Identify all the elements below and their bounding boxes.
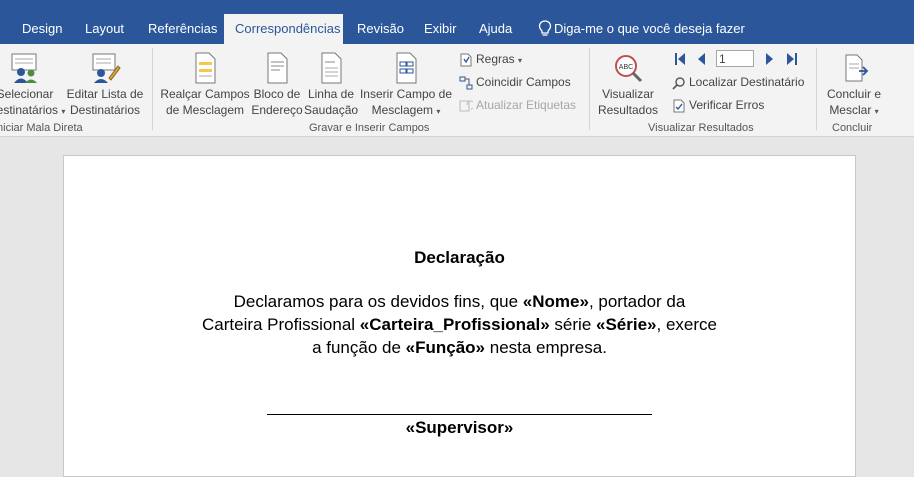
merge-field-carteira[interactable]: «Carteira_Profissional» <box>360 315 550 334</box>
preview-label-1: Visualizar <box>602 87 654 101</box>
document-paragraph: Declaramos para os devidos fins, que «No… <box>164 290 755 359</box>
insert-field-label-2: Mesclagem <box>371 103 433 117</box>
merge-field-serie[interactable]: «Série» <box>596 315 657 334</box>
signature-line <box>267 414 652 415</box>
text-run: Declaramos para os devidos fins, que <box>233 292 523 311</box>
rules-label: Regras <box>476 52 515 66</box>
group-separator <box>816 48 817 130</box>
rules-icon <box>460 53 472 67</box>
check-errors-button[interactable]: Verificar Erros <box>672 97 764 113</box>
address-block-label-1: Bloco de <box>253 87 301 101</box>
document-highlight-icon <box>195 52 216 84</box>
dropdown-caret-icon: ▾ <box>61 107 66 116</box>
finish-label-1: Concluir e <box>826 87 882 101</box>
finish-merge-icon <box>845 54 869 82</box>
document-greeting-icon <box>321 52 342 84</box>
tab-design[interactable]: Design <box>11 14 73 44</box>
tab-referencias[interactable]: Referências <box>137 14 228 44</box>
text-run: série <box>549 315 596 334</box>
last-record-icon[interactable] <box>786 52 798 66</box>
previous-record-icon[interactable] <box>696 52 706 66</box>
text-run: , portador da <box>588 292 686 311</box>
address-block-button[interactable]: Bloco de Endereço <box>250 52 304 118</box>
merge-field-nome[interactable]: «Nome» <box>523 292 589 311</box>
rules-button[interactable]: Regras ▾ <box>459 51 522 69</box>
preview-results-button[interactable]: ABC Visualizar Resultados <box>596 52 660 118</box>
group-start-mail-merge: Iniciar Mala Direta <box>0 122 83 134</box>
find-recipient-button[interactable]: Localizar Destinatário <box>672 74 804 90</box>
lightbulb-icon <box>538 20 552 36</box>
greeting-line-button[interactable]: Linha de Saudação <box>304 52 358 118</box>
merge-field-funcao[interactable]: «Função» <box>406 338 485 357</box>
group-finish: Concluir <box>832 122 873 134</box>
document-title: Declaração <box>414 248 505 267</box>
edit-recipient-list-button[interactable]: Editar Lista de Destinatários <box>66 52 144 118</box>
check-errors-label: Verificar Erros <box>689 98 765 112</box>
match-fields-icon <box>459 76 473 90</box>
tell-me-search[interactable]: Diga-me o que você deseja fazer <box>554 14 745 44</box>
next-record-icon[interactable] <box>765 52 775 66</box>
find-recipient-icon <box>672 77 685 90</box>
highlight-label-1: Realçar Campos <box>160 87 250 101</box>
group-write-insert-fields: Gravar e Inserir Campos <box>309 122 430 134</box>
text-run: , exerce <box>656 315 717 334</box>
document-insert-field-icon <box>396 52 417 84</box>
text-run: a função de <box>312 338 406 357</box>
dropdown-caret-icon: ▾ <box>874 107 879 116</box>
text-run: nesta empresa. <box>485 338 607 357</box>
insert-field-label-1: Inserir Campo de <box>359 87 453 101</box>
merge-field-supervisor[interactable]: «Supervisor» <box>64 418 855 438</box>
find-recipient-label: Localizar Destinatário <box>689 75 805 89</box>
edit-list-label-2: Destinatários <box>69 103 141 117</box>
record-number-input[interactable]: 1 <box>716 50 754 67</box>
preview-label-2: Resultados <box>597 103 659 117</box>
tab-revisao[interactable]: Revisão <box>346 14 415 44</box>
highlight-label-2: de Mesclagem <box>165 103 245 117</box>
first-record-icon[interactable] <box>674 52 686 66</box>
document-page[interactable]: Declaração Declaramos para os devidos fi… <box>63 155 856 477</box>
address-block-label-2: Endereço <box>251 103 303 117</box>
group-separator <box>589 48 590 130</box>
document-address-icon <box>267 52 288 84</box>
insert-merge-field-button[interactable]: Inserir Campo de Mesclagem ▾ <box>358 52 454 120</box>
text-run: Carteira Profissional <box>202 315 360 334</box>
finish-merge-button[interactable]: Concluir e Mesclar ▾ <box>824 52 884 120</box>
dropdown-caret-icon: ▾ <box>518 56 523 65</box>
select-recipients-icon <box>11 53 37 83</box>
finish-label-2: Mesclar <box>829 103 872 117</box>
edit-list-label-1: Editar Lista de <box>66 87 144 101</box>
select-recipients-label-2: Destinatários <box>0 103 59 117</box>
check-errors-icon <box>673 99 685 113</box>
greeting-label-1: Linha de <box>307 87 355 101</box>
tab-correspondencias[interactable]: Correspondências <box>224 14 343 44</box>
tab-layout[interactable]: Layout <box>74 14 135 44</box>
edit-list-icon <box>92 53 121 83</box>
select-recipients-label-1: Selecionar <box>0 87 54 101</box>
ribbon-tab-bar: Design Layout Referências Correspondênci… <box>0 0 914 44</box>
group-separator <box>152 48 153 130</box>
ribbon-mailings: Selecionar Destinatários ▾ Editar Lista … <box>0 44 914 137</box>
dropdown-caret-icon: ▾ <box>436 107 441 116</box>
document-canvas: Declaração Declaramos para os devidos fi… <box>0 137 914 477</box>
tab-ajuda[interactable]: Ajuda <box>468 14 523 44</box>
greeting-label-2: Saudação <box>304 103 359 117</box>
group-preview-results: Visualizar Resultados <box>648 122 754 134</box>
match-fields-button[interactable]: Coincidir Campos <box>459 74 571 90</box>
update-labels-icon <box>459 100 476 112</box>
svg-text:ABC: ABC <box>619 64 633 71</box>
select-recipients-button[interactable]: Selecionar Destinatários ▾ <box>0 52 66 120</box>
match-fields-label: Coincidir Campos <box>476 75 571 89</box>
update-labels-label: Atualizar Etiquetas <box>476 98 577 112</box>
preview-abc-icon: ABC <box>615 55 643 83</box>
highlight-merge-fields-button[interactable]: Realçar Campos de Mesclagem <box>160 52 250 118</box>
tab-exibir[interactable]: Exibir <box>413 14 468 44</box>
update-labels-button[interactable]: Atualizar Etiquetas <box>459 97 576 113</box>
